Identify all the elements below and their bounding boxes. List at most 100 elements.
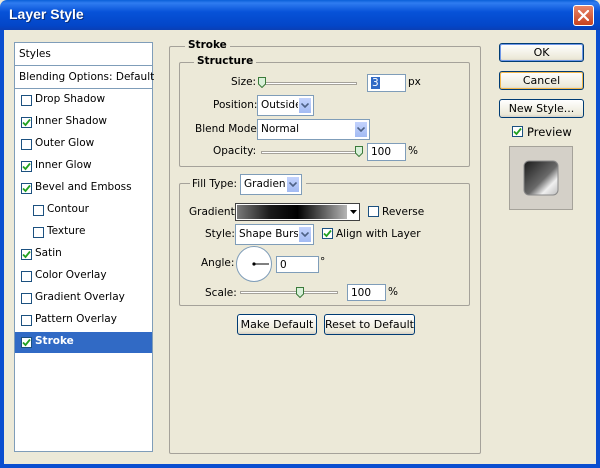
- window-frame-right: [596, 30, 600, 468]
- new-style-button[interactable]: New Style...: [499, 99, 584, 118]
- size-value: 3: [371, 77, 380, 89]
- angle-label: Angle:: [201, 257, 235, 269]
- style-item-stroke[interactable]: Stroke: [15, 332, 152, 353]
- outer-glow-checkbox[interactable]: [21, 139, 32, 150]
- reverse-checkbox[interactable]: [368, 206, 379, 217]
- opacity-slider-thumb[interactable]: [355, 146, 363, 157]
- checkmark-icon: [22, 118, 31, 127]
- style-item-contour[interactable]: Contour: [15, 200, 152, 221]
- title-bar: Layer Style: [0, 0, 600, 30]
- style-preview: [509, 146, 573, 210]
- style-item-color-overlay[interactable]: Color Overlay: [15, 266, 152, 287]
- style-label: Style:: [205, 228, 235, 240]
- scale-slider-track[interactable]: [240, 291, 338, 294]
- style-item-label: Bevel and Emboss: [35, 181, 132, 193]
- checkmark-icon: [22, 338, 31, 347]
- style-item-satin[interactable]: Satin: [15, 244, 152, 265]
- angle-unit: °: [320, 256, 326, 268]
- align-with-layer-checkbox[interactable]: [322, 228, 333, 239]
- size-slider-thumb[interactable]: [258, 77, 266, 88]
- gradient-overlay-checkbox[interactable]: [21, 293, 32, 304]
- style-item-label: Inner Shadow: [35, 115, 107, 127]
- opacity-slider-track[interactable]: [261, 151, 362, 154]
- inner-glow-checkbox[interactable]: [21, 161, 32, 172]
- inner-shadow-checkbox[interactable]: [21, 117, 32, 128]
- style-item-gradient-overlay[interactable]: Gradient Overlay: [15, 288, 152, 309]
- blending-options-item[interactable]: Blending Options: Default: [15, 66, 155, 89]
- make-default-button[interactable]: Make Default: [237, 314, 317, 335]
- angle-input[interactable]: 0: [276, 256, 319, 273]
- style-item-pattern-overlay[interactable]: Pattern Overlay: [15, 310, 152, 331]
- blend-mode-select[interactable]: Normal: [257, 119, 370, 140]
- style-item-drop-shadow[interactable]: Drop Shadow: [15, 90, 152, 111]
- blend-mode-label: Blend Mode:: [195, 123, 261, 135]
- blend-mode-dropdown-button[interactable]: [354, 121, 368, 138]
- size-input[interactable]: 3: [367, 74, 406, 92]
- style-item-inner-glow[interactable]: Inner Glow: [15, 156, 152, 177]
- style-item-label: Inner Glow: [35, 159, 92, 171]
- color-overlay-checkbox[interactable]: [21, 271, 32, 282]
- cancel-button[interactable]: Cancel: [499, 71, 584, 90]
- stroke-checkbox[interactable]: [21, 337, 32, 348]
- scale-value: 100: [351, 287, 372, 299]
- structure-group-title: Structure: [194, 55, 257, 67]
- bevel-emboss-checkbox[interactable]: [21, 183, 32, 194]
- size-label: Size:: [231, 76, 257, 88]
- style-select[interactable]: Shape Burst: [235, 224, 314, 245]
- checkmark-icon: [513, 127, 522, 136]
- position-select[interactable]: Outside: [257, 95, 314, 116]
- styles-list: Styles Blending Options: Default Drop Sh…: [14, 42, 155, 452]
- checkmark-icon: [22, 250, 31, 259]
- cancel-label: Cancel: [522, 74, 561, 87]
- drop-shadow-checkbox[interactable]: [21, 95, 32, 106]
- position-label: Position:: [213, 99, 258, 111]
- style-item-label: Texture: [47, 225, 86, 237]
- blending-options-label: Blending Options: Default: [19, 71, 155, 83]
- preview-label: Preview: [527, 125, 572, 139]
- checkmark-icon: [323, 229, 332, 238]
- ok-label: OK: [533, 46, 550, 59]
- scale-unit: %: [388, 286, 398, 298]
- close-icon: [578, 10, 589, 21]
- contour-checkbox[interactable]: [33, 205, 44, 216]
- style-item-texture[interactable]: Texture: [15, 222, 152, 243]
- window-frame-bottom: [0, 464, 600, 468]
- style-item-outer-glow[interactable]: Outer Glow: [15, 134, 152, 155]
- blend-mode-value: Normal: [261, 123, 299, 135]
- texture-checkbox[interactable]: [33, 227, 44, 238]
- style-item-inner-shadow[interactable]: Inner Shadow: [15, 112, 152, 133]
- scale-slider-thumb[interactable]: [296, 287, 304, 298]
- scale-input[interactable]: 100: [347, 284, 386, 301]
- dropdown-arrow-icon[interactable]: [350, 210, 357, 214]
- gradient-swatch[interactable]: [237, 205, 347, 219]
- fill-type-dropdown-button[interactable]: [286, 176, 300, 193]
- opacity-label: Opacity:: [213, 145, 257, 157]
- style-item-bevel-emboss[interactable]: Bevel and Emboss: [15, 178, 152, 199]
- fill-type-select[interactable]: Gradient: [240, 174, 302, 195]
- checkmark-icon: [22, 162, 31, 171]
- ok-button[interactable]: OK: [499, 43, 584, 62]
- size-slider-track[interactable]: [259, 82, 357, 85]
- pattern-overlay-checkbox[interactable]: [21, 315, 32, 326]
- reset-to-default-label: Reset to Default: [325, 318, 414, 331]
- window-frame-left: [0, 30, 4, 468]
- styles-header[interactable]: Styles: [15, 43, 152, 66]
- style-item-label: Color Overlay: [35, 269, 107, 281]
- reset-to-default-button[interactable]: Reset to Default: [324, 314, 415, 335]
- gradient-picker[interactable]: [235, 203, 360, 221]
- gradient-label: Gradient:: [189, 206, 239, 218]
- position-dropdown-button[interactable]: [298, 97, 312, 114]
- style-item-label: Stroke: [35, 335, 74, 347]
- checkmark-icon: [22, 184, 31, 193]
- window-title: Layer Style: [9, 6, 84, 22]
- close-button[interactable]: [573, 5, 594, 26]
- satin-checkbox[interactable]: [21, 249, 32, 260]
- opacity-input[interactable]: 100: [367, 143, 406, 161]
- preview-checkbox[interactable]: [512, 126, 523, 137]
- angle-dial[interactable]: [236, 246, 272, 282]
- chevron-down-icon: [289, 182, 297, 187]
- style-dropdown-button[interactable]: [298, 226, 312, 243]
- angle-value: 0: [280, 259, 287, 271]
- style-item-label: Satin: [35, 247, 62, 259]
- position-value: Outside: [261, 99, 302, 111]
